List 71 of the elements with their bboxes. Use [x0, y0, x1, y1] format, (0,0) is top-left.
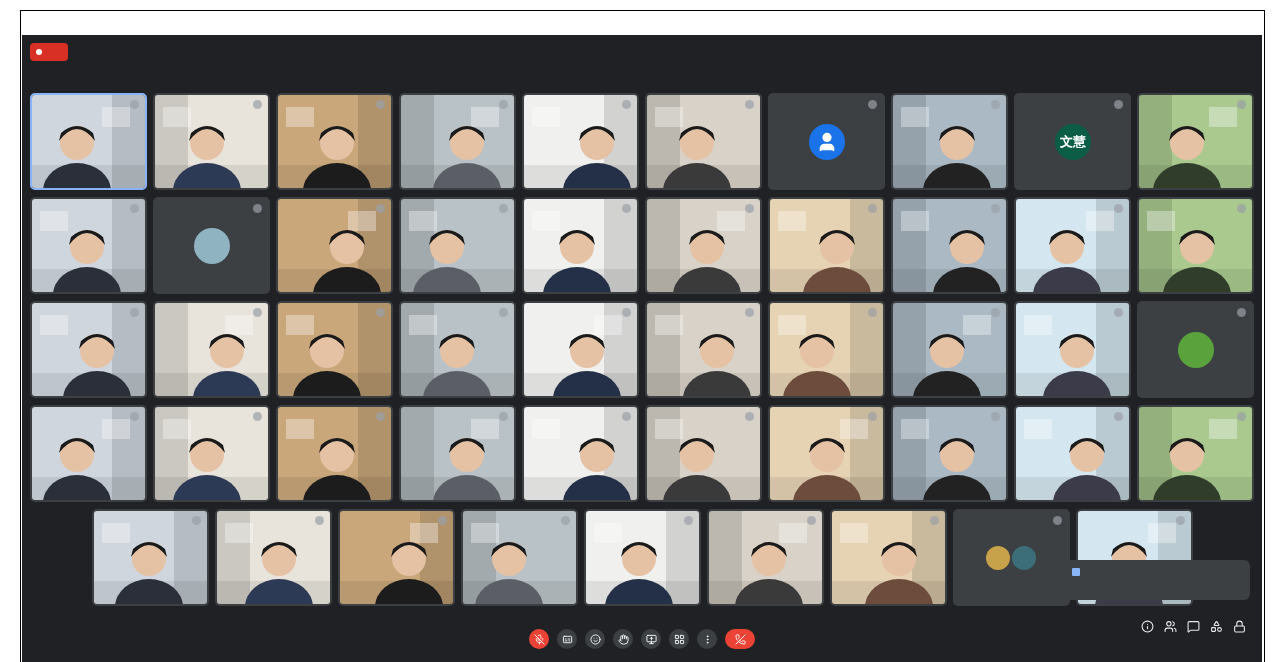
circle-icon [929, 516, 939, 525]
circle-icon [622, 204, 631, 213]
circle-icon [745, 412, 754, 421]
circle-icon [130, 100, 139, 109]
video-tile[interactable] [768, 93, 885, 190]
mic-off-icon [533, 633, 545, 645]
avatar: 文慧 [1054, 123, 1091, 160]
circle-icon [253, 412, 262, 421]
emoji-button[interactable] [585, 629, 605, 649]
circle-icon [868, 100, 877, 109]
square-icon [1072, 568, 1080, 576]
avatar [986, 545, 1010, 570]
circle-icon [376, 412, 385, 421]
video-tile[interactable] [153, 197, 270, 294]
shapes-icon[interactable] [1210, 620, 1223, 633]
circle-icon [745, 204, 754, 213]
circle-icon [1237, 100, 1246, 109]
circle-icon [806, 516, 816, 525]
captions-button[interactable] [557, 629, 577, 649]
people-icon[interactable] [1164, 620, 1177, 633]
chat-icon[interactable] [1187, 620, 1200, 633]
circle-icon [499, 204, 508, 213]
circle-icon [253, 204, 262, 213]
circle-icon [499, 308, 508, 317]
circle-icon [683, 516, 693, 525]
more-button[interactable] [697, 629, 717, 649]
circle-icon [1237, 204, 1246, 213]
lock-icon[interactable] [1233, 620, 1246, 633]
circle-icon [868, 308, 877, 317]
circle-icon [376, 308, 385, 317]
screen-share-icon [645, 633, 657, 645]
circle-icon [499, 100, 508, 109]
circle-icon [991, 308, 1000, 317]
circle-icon [1114, 204, 1123, 213]
circle-icon [1114, 100, 1123, 109]
circle-icon [1052, 516, 1062, 525]
circle-icon [253, 308, 262, 317]
video-tile[interactable] [1137, 301, 1254, 398]
circle-icon [745, 308, 754, 317]
microphone-button[interactable] [529, 629, 549, 649]
circle-icon [253, 100, 262, 109]
circle-icon [437, 516, 447, 525]
circle-icon [622, 308, 631, 317]
circle-icon [1237, 308, 1246, 317]
raise-hand-button[interactable] [613, 629, 633, 649]
layout-button[interactable] [669, 629, 689, 649]
circle-icon [622, 100, 631, 109]
video-tile[interactable]: 文慧 [1014, 93, 1131, 190]
circle-icon [1114, 308, 1123, 317]
phone-icon [734, 633, 746, 645]
circle-icon [745, 100, 754, 109]
circle-icon [499, 412, 508, 421]
circle-icon [1175, 516, 1185, 525]
circle-icon [130, 412, 139, 421]
video-tile[interactable] [952, 509, 1070, 606]
info-icon[interactable] [1141, 620, 1154, 633]
circle-icon [868, 204, 877, 213]
circle-icon [1237, 412, 1246, 421]
present-button[interactable] [641, 629, 661, 649]
hang-up-button[interactable] [725, 629, 755, 649]
circle-icon [1114, 412, 1123, 421]
hand-icon [617, 633, 629, 645]
circle-icon [314, 516, 324, 525]
grid-icon [673, 633, 685, 645]
circle-icon [560, 516, 570, 525]
circle-icon [376, 204, 385, 213]
circle-icon [622, 412, 631, 421]
circle-icon [868, 412, 877, 421]
circle-icon [376, 100, 385, 109]
smiley-icon [589, 633, 601, 645]
captions-icon [561, 633, 573, 645]
